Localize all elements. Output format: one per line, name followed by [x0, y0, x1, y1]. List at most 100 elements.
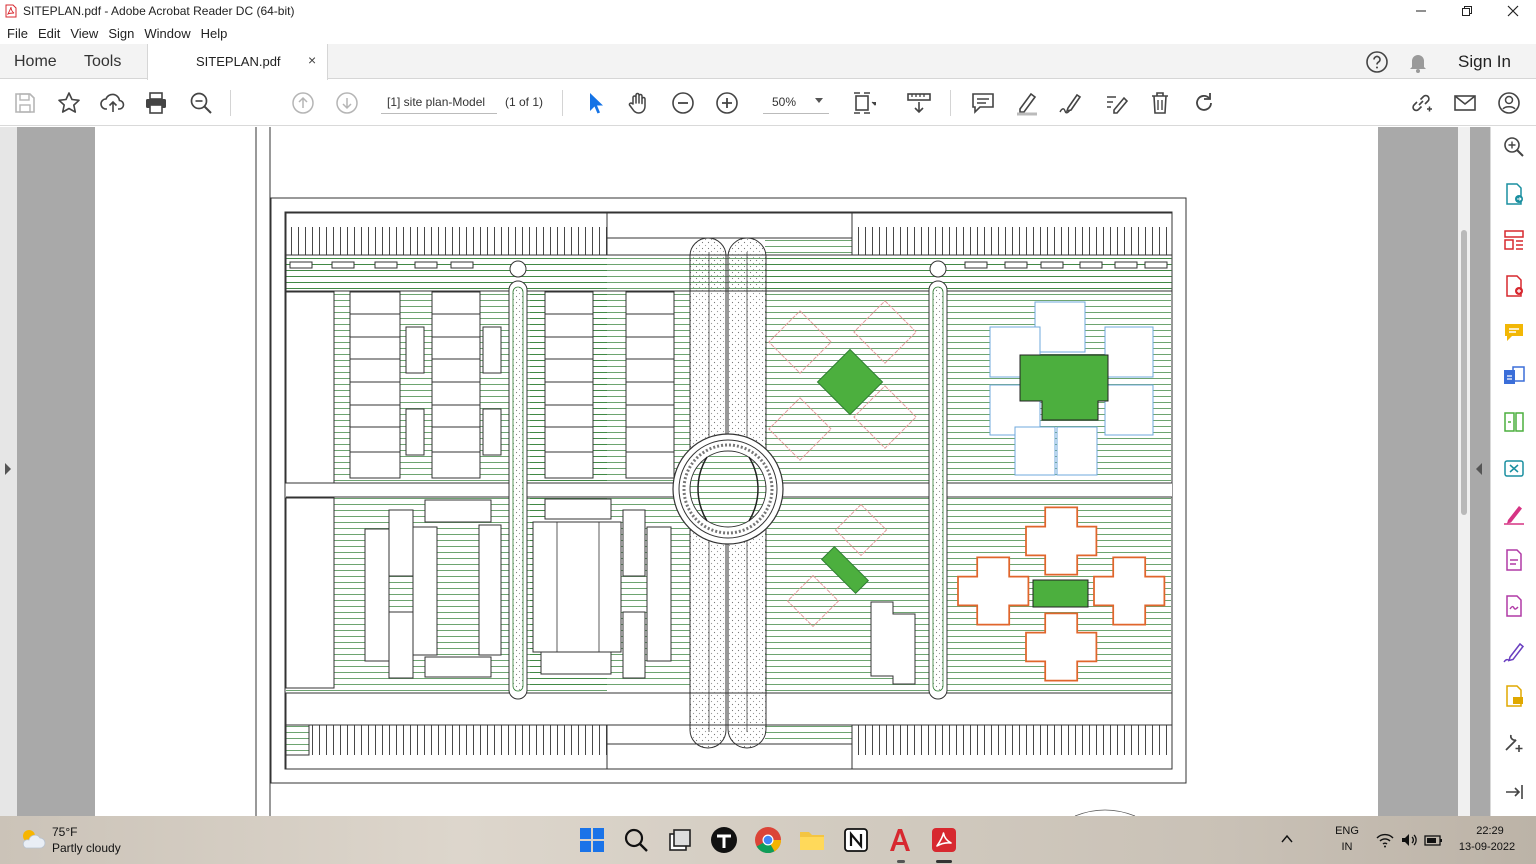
windows-start-icon[interactable]: [578, 826, 606, 854]
zoom-search-icon[interactable]: [188, 90, 214, 116]
edit-text-icon[interactable]: [1103, 90, 1129, 116]
tab-home[interactable]: Home: [14, 53, 57, 71]
previous-page-icon[interactable]: [290, 90, 316, 116]
zoom-in-icon[interactable]: [714, 90, 740, 116]
acrobat-reader-icon[interactable]: [930, 826, 958, 854]
menu-window[interactable]: Window: [139, 26, 195, 41]
zoom-out-icon[interactable]: [670, 90, 696, 116]
tab-document[interactable]: SITEPLAN.pdf ×: [147, 44, 328, 80]
help-icon[interactable]: [1365, 50, 1389, 74]
print-icon[interactable]: [143, 90, 169, 116]
toolbar: [1] site plan-Model (1 of 1) 50%: [0, 80, 1536, 126]
tab-bar: Home Tools SITEPLAN.pdf × Sign In: [0, 44, 1536, 80]
toolbar-separator: [230, 90, 231, 116]
window-title: SITEPLAN.pdf - Adobe Acrobat Reader DC (…: [23, 4, 295, 18]
left-panel-toggle[interactable]: [0, 127, 17, 816]
edit-pdf-icon[interactable]: [1502, 548, 1526, 572]
autocad-icon[interactable]: [886, 826, 914, 854]
right-tools-pane: [1490, 127, 1536, 816]
app-t-icon[interactable]: [710, 826, 738, 854]
sign-in-button[interactable]: Sign In: [1458, 52, 1511, 72]
page-number-input[interactable]: [1] site plan-Model: [381, 92, 497, 114]
export-pdf-icon[interactable]: [1502, 182, 1526, 206]
combine-files-icon[interactable]: [1502, 364, 1526, 388]
notification-bell-icon[interactable]: [1406, 50, 1430, 74]
battery-icon[interactable]: [1424, 832, 1444, 848]
pdf-page[interactable]: [95, 127, 1378, 816]
scroll-mode-icon[interactable]: [906, 90, 932, 116]
clock-time[interactable]: 22:29: [1460, 825, 1520, 837]
restore-icon: [1462, 6, 1472, 16]
search-icon[interactable]: [622, 826, 650, 854]
menu-sign[interactable]: Sign: [103, 26, 139, 41]
language-indicator[interactable]: ENG: [1333, 825, 1361, 837]
vertical-scrollbar[interactable]: [1458, 127, 1470, 816]
weather-temperature[interactable]: 75°F: [52, 825, 77, 839]
chevron-up-icon[interactable]: [1281, 834, 1293, 844]
sign-pen-icon[interactable]: [1502, 640, 1526, 664]
title-bar: SITEPLAN.pdf - Adobe Acrobat Reader DC (…: [0, 0, 1536, 22]
fill-sign-icon[interactable]: [1502, 502, 1526, 526]
toolbar-separator: [950, 90, 951, 116]
select-cursor-icon[interactable]: [582, 90, 608, 116]
page-count: (1 of 1): [505, 95, 544, 109]
close-tab-icon[interactable]: ×: [308, 52, 316, 68]
rotate-icon[interactable]: [1191, 90, 1217, 116]
wifi-icon[interactable]: [1376, 832, 1394, 848]
comment-icon[interactable]: [970, 90, 996, 116]
document-tab-label: SITEPLAN.pdf: [196, 54, 281, 69]
share-link-icon[interactable]: [1408, 90, 1434, 116]
weather-condition[interactable]: Partly cloudy: [52, 841, 121, 855]
bookmark-star-icon[interactable]: [56, 90, 82, 116]
create-pdf-icon[interactable]: [1502, 274, 1526, 298]
more-tools-icon[interactable]: [1502, 730, 1526, 754]
delete-trash-icon[interactable]: [1147, 90, 1173, 116]
zoom-level-select[interactable]: 50%: [763, 92, 829, 114]
zoom-search-icon[interactable]: [1502, 135, 1526, 159]
tab-tools[interactable]: Tools: [84, 53, 121, 71]
weather-partly-cloudy-icon[interactable]: [18, 826, 46, 852]
zoom-dropdown-caret[interactable]: [815, 98, 823, 103]
highlight-pen-icon[interactable]: [1014, 90, 1040, 116]
volume-icon[interactable]: [1400, 832, 1418, 848]
request-signature-icon[interactable]: [1502, 594, 1526, 618]
site-plan-drawing: [255, 127, 1187, 816]
region-indicator[interactable]: IN: [1333, 841, 1361, 853]
clock-date[interactable]: 13-09-2022: [1452, 841, 1522, 853]
menu-view[interactable]: View: [65, 26, 103, 41]
hand-tool-icon[interactable]: [626, 90, 652, 116]
autocad-running-indicator: [897, 860, 905, 863]
next-page-icon[interactable]: [334, 90, 360, 116]
menu-edit[interactable]: Edit: [33, 26, 65, 41]
menu-file[interactable]: File: [2, 26, 33, 41]
file-explorer-icon[interactable]: [798, 826, 826, 854]
restore-button[interactable]: [1444, 0, 1490, 22]
pdf-file-icon: [5, 4, 17, 18]
acrobat-active-indicator: [936, 860, 952, 863]
document-area[interactable]: [0, 127, 1490, 816]
expand-left-panel-icon[interactable]: [5, 463, 11, 475]
collapse-pane-icon[interactable]: [1502, 780, 1526, 804]
save-icon[interactable]: [12, 90, 38, 116]
convert-pdf-icon[interactable]: [1502, 456, 1526, 480]
chrome-icon[interactable]: [754, 826, 782, 854]
compress-pdf-icon[interactable]: [1502, 410, 1526, 434]
minimize-icon: [1416, 10, 1426, 12]
email-icon[interactable]: [1452, 90, 1478, 116]
close-window-button[interactable]: [1490, 0, 1536, 22]
collapse-right-pane-icon[interactable]: [1476, 463, 1482, 475]
task-view-icon[interactable]: [666, 826, 694, 854]
windows-taskbar: 75°F Partly cloudy ENG IN 22:29 13-09-20…: [0, 816, 1536, 864]
page-fit-icon[interactable]: [850, 90, 876, 116]
minimize-button[interactable]: [1398, 0, 1444, 22]
organize-pages-icon[interactable]: [1502, 228, 1526, 252]
add-user-icon[interactable]: [1497, 90, 1523, 116]
comment-tool-icon[interactable]: [1502, 320, 1526, 344]
draw-sign-icon[interactable]: [1058, 90, 1084, 116]
upload-cloud-icon[interactable]: [100, 90, 126, 116]
send-comments-icon[interactable]: [1502, 684, 1526, 708]
menu-help[interactable]: Help: [196, 26, 233, 41]
scrollbar-thumb[interactable]: [1461, 230, 1467, 515]
close-icon: [1507, 5, 1519, 17]
notion-icon[interactable]: [842, 826, 870, 854]
